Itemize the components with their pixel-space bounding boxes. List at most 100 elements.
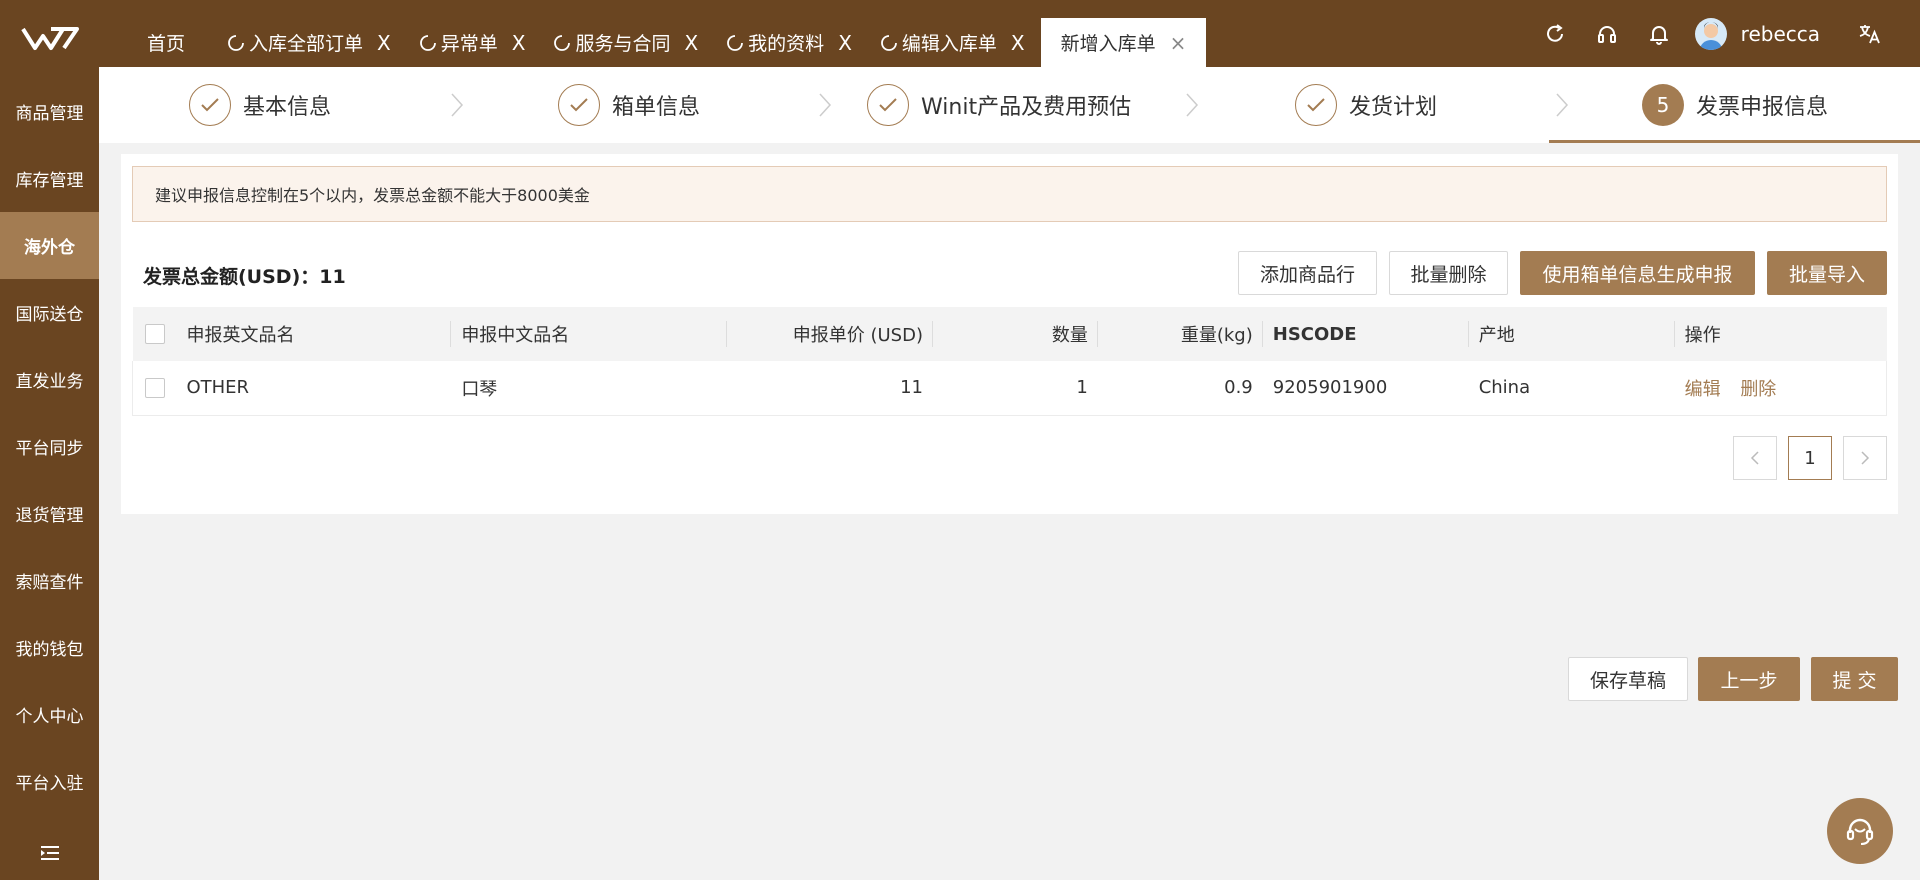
- step-label: 发票申报信息: [1696, 95, 1829, 120]
- batch-import-button[interactable]: 批量导入: [1767, 251, 1887, 295]
- step-shipping-plan[interactable]: 发货计划: [1295, 67, 1437, 143]
- header-qty: 数量: [933, 307, 1098, 361]
- sidebar-item-personal-center[interactable]: 个人中心: [0, 681, 99, 748]
- bell-icon[interactable]: [1633, 23, 1685, 45]
- sidebar-item-direct-shipping[interactable]: 直发业务: [0, 346, 99, 413]
- header-hscode: HSCODE: [1263, 307, 1469, 361]
- customer-service-button[interactable]: [1827, 798, 1893, 864]
- user-menu[interactable]: rebecca: [1694, 17, 1820, 50]
- cell-weight: 0.9: [1224, 377, 1253, 399]
- loading-icon: [419, 34, 437, 52]
- batch-delete-button[interactable]: 批量删除: [1389, 251, 1508, 295]
- sidebar-item-platform-sync[interactable]: 平台同步: [0, 413, 99, 480]
- cell-hscode: 9205901900: [1272, 377, 1388, 399]
- sidebar-item-intl-delivery[interactable]: 国际送仓: [0, 279, 99, 346]
- select-all-checkbox[interactable]: [144, 324, 165, 344]
- tab-close-icon[interactable]: ×: [1170, 31, 1187, 55]
- headset-icon[interactable]: [1581, 23, 1633, 45]
- add-product-row-button[interactable]: 添加商品行: [1238, 251, 1377, 295]
- check-icon: [558, 84, 600, 126]
- step-number: 5: [1642, 84, 1684, 126]
- chevron-right-icon: [819, 93, 832, 117]
- chevron-right-icon: [1861, 451, 1870, 465]
- check-icon: [867, 84, 909, 126]
- sidebar-item-platform-onboarding[interactable]: 平台入驻: [0, 748, 99, 815]
- info-alert: 建议申报信息控制在5个以内，发票总金额不能大于8000美金: [132, 166, 1887, 222]
- tab-close-icon[interactable]: X: [1011, 31, 1025, 55]
- header-origin: 产地: [1469, 307, 1675, 361]
- tab-close-icon[interactable]: X: [512, 31, 526, 55]
- step-winit-products[interactable]: Winit产品及费用预估: [867, 67, 1131, 143]
- step-progress: 基本信息 箱单信息 Winit产品及费用预估 发货计划 5 发票申报信息: [99, 67, 1920, 143]
- step-label: Winit产品及费用预估: [921, 95, 1132, 120]
- invoice-panel: 建议申报信息控制在5个以内，发票总金额不能大于8000美金 发票总金额(USD)…: [121, 154, 1898, 514]
- previous-step-button[interactable]: 上一步: [1698, 657, 1800, 701]
- cell-price: 11: [900, 377, 923, 399]
- submit-button[interactable]: 提 交: [1811, 657, 1898, 701]
- save-draft-button[interactable]: 保存草稿: [1568, 657, 1688, 701]
- tab-label: 编辑入库单: [901, 33, 997, 55]
- header-weight: 重量(kg): [1098, 307, 1263, 361]
- chevron-right-icon: [451, 93, 464, 117]
- step-label: 基本信息: [243, 95, 332, 120]
- row-checkbox[interactable]: [145, 377, 165, 398]
- step-packing-list[interactable]: 箱单信息: [558, 67, 700, 143]
- tab-close-icon[interactable]: X: [377, 31, 391, 55]
- cell-actions: 编辑 删除: [1675, 361, 1887, 415]
- edit-link[interactable]: 编辑: [1685, 379, 1721, 400]
- step-label: 发货计划: [1349, 95, 1438, 120]
- tab-bar: 首页 入库全部订单 X 异常单 X 服务与合同 X 我的资料 X 编辑入库单 X: [99, 18, 1207, 67]
- header-select-cell: [133, 307, 177, 361]
- chevron-right-icon: [1186, 93, 1199, 117]
- headset-icon: [1846, 818, 1874, 845]
- sidebar-item-inventory[interactable]: 库存管理: [0, 145, 99, 212]
- winit-logo-icon: [20, 27, 79, 50]
- sidebar-item-overseas-warehouse[interactable]: 海外仓: [0, 212, 99, 279]
- header-en-name: 申报英文品名: [176, 307, 452, 361]
- tab-close-icon[interactable]: X: [684, 31, 698, 55]
- menu-fold-icon: [40, 846, 59, 860]
- tab-close-icon[interactable]: X: [838, 31, 852, 55]
- chevron-left-icon: [1750, 451, 1759, 465]
- sidebar: 商品管理 库存管理 海外仓 国际送仓 直发业务 平台同步 退货管理 索赔查件 我…: [0, 0, 99, 880]
- tab-inbound-all-orders[interactable]: 入库全部订单 X: [215, 18, 407, 67]
- generate-from-packing-list-button[interactable]: 使用箱单信息生成申报: [1520, 251, 1755, 295]
- cell-qty: 1: [1076, 377, 1088, 399]
- loading-icon: [726, 34, 744, 52]
- tab-label: 首页: [147, 33, 186, 55]
- delete-link[interactable]: 删除: [1740, 379, 1776, 400]
- tab-edit-inbound[interactable]: 编辑入库单 X: [868, 18, 1041, 67]
- refresh-icon[interactable]: [1529, 23, 1581, 45]
- step-label: 箱单信息: [612, 95, 701, 120]
- tab-services-contracts[interactable]: 服务与合同 X: [541, 18, 714, 67]
- top-right-toolbar: rebecca: [1529, 0, 1920, 67]
- step-basic-info[interactable]: 基本信息: [189, 67, 331, 143]
- translate-icon[interactable]: [1844, 22, 1896, 46]
- sidebar-item-returns[interactable]: 退货管理: [0, 480, 99, 547]
- cell-cn-name: 口琴: [461, 378, 498, 400]
- cell-origin: China: [1478, 377, 1531, 399]
- table-row: OTHER 口琴 11 1 0.9 9205901900 China 编辑 删除: [132, 361, 1887, 415]
- sidebar-item-wallet[interactable]: 我的钱包: [0, 614, 99, 681]
- tab-label: 新增入库单: [1060, 33, 1156, 55]
- step-invoice-declaration[interactable]: 5 发票申报信息: [1642, 67, 1828, 143]
- sidebar-item-product[interactable]: 商品管理: [0, 78, 99, 145]
- check-icon: [1295, 84, 1337, 126]
- user-name: rebecca: [1740, 21, 1820, 46]
- tab-label: 服务与合同: [575, 33, 671, 55]
- sidebar-nav: 商品管理 库存管理 海外仓 国际送仓 直发业务 平台同步 退货管理 索赔查件 我…: [0, 78, 99, 815]
- alert-text: 建议申报信息控制在5个以内，发票总金额不能大于8000美金: [155, 186, 590, 205]
- sidebar-collapse-button[interactable]: [0, 844, 99, 862]
- tab-label: 异常单: [440, 33, 498, 55]
- pagination-page-current[interactable]: 1: [1788, 436, 1832, 480]
- pagination-next-button[interactable]: [1843, 436, 1887, 480]
- tab-label: 我的资料: [748, 33, 825, 55]
- tab-my-profile[interactable]: 我的资料 X: [714, 18, 868, 67]
- pagination-prev-button[interactable]: [1733, 436, 1777, 480]
- logo[interactable]: [0, 0, 99, 78]
- sidebar-item-claims[interactable]: 索赔查件: [0, 547, 99, 614]
- tab-new-inbound[interactable]: 新增入库单 ×: [1040, 18, 1207, 67]
- tab-exceptions[interactable]: 异常单 X: [407, 18, 542, 67]
- tab-label: 入库全部订单: [249, 33, 364, 55]
- tab-home[interactable]: 首页: [99, 18, 215, 67]
